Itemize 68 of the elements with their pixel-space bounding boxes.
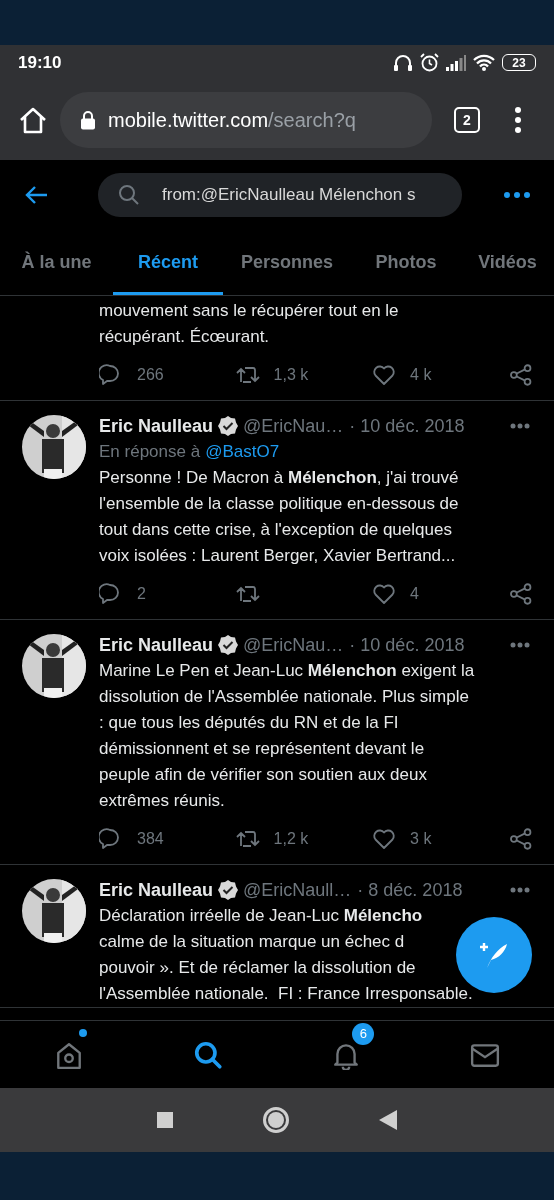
tweet-text-line: Déclaration irréelle de Jean-Luc Mélencho — [99, 905, 423, 927]
like-icon[interactable] — [372, 827, 397, 851]
tweet-text-line: Personne ! De Macron à Mélenchon, j'ai trouvé — [99, 467, 459, 489]
tweet-date: · 10 déc. 2018 — [349, 414, 465, 438]
share-icon[interactable] — [508, 827, 532, 851]
tab[interactable]: Vidéos — [461, 230, 554, 295]
verified-badge-icon — [217, 879, 240, 901]
tab[interactable]: Photos — [351, 230, 461, 295]
search-field[interactable]: from:@EricNaulleau Mélenchon s — [98, 173, 462, 217]
more-icon[interactable] — [504, 192, 530, 198]
battery-indicator: 23 — [502, 54, 536, 71]
tweet-text-line: dissolution de l'Assemblée nationale. Plus simple — [99, 686, 469, 708]
tab[interactable]: À la une — [0, 230, 113, 295]
action-count: 3 k — [410, 829, 432, 849]
verified-badge-icon — [217, 415, 240, 437]
tweet-text-line: calme de la situation marque un échec d — [99, 931, 405, 953]
action-count: 384 — [137, 829, 164, 849]
tweet-text-line: extrêmes réunis. — [99, 790, 225, 812]
action-count: 1,2 k — [273, 829, 309, 849]
share-icon[interactable] — [508, 582, 532, 606]
action-count: 2 — [137, 584, 146, 604]
tweet-text-line: l'ensemble de la classe politique en-dessous de — [99, 493, 459, 515]
tweet-date: · 8 déc. 2018 — [357, 878, 463, 902]
tab[interactable]: Personnes — [223, 230, 351, 295]
search-icon — [118, 184, 140, 206]
tweet-text-line: récupérant. Écœurant. — [99, 326, 270, 348]
alarm-icon — [420, 53, 439, 72]
search-icon[interactable] — [192, 1039, 223, 1070]
more-icon[interactable] — [514, 107, 522, 133]
tweet-text-line: voix isolées : Laurent Berger, Xavier Bertrand... — [99, 545, 456, 567]
author-name: Eric Naulleau — [99, 414, 214, 438]
tweet-date: · 10 déc. 2018 — [349, 633, 465, 657]
back-triangle-icon[interactable] — [379, 1110, 397, 1130]
reply-context: En réponse à — [99, 441, 201, 463]
action-count: 4 k — [410, 365, 432, 385]
tweet-text-line: l'Assemblée nationale. FI : France Irresponsable. — [99, 983, 473, 1005]
home-icon[interactable] — [18, 106, 48, 134]
tweet-text-line: pouvoir ». Et de réclamer la dissolution de — [99, 957, 416, 979]
action-count: 266 — [137, 365, 164, 385]
share-icon[interactable] — [508, 363, 532, 387]
back-arrow-icon[interactable] — [24, 185, 48, 205]
tab[interactable]: Récent — [113, 230, 223, 295]
headphones-icon — [393, 53, 413, 72]
like-icon[interactable] — [372, 582, 397, 606]
like-icon[interactable] — [372, 363, 397, 387]
author-handle: @EricNau… — [243, 633, 344, 657]
author-handle: @EricNau… — [243, 414, 344, 438]
author-name: Eric Naulleau — [99, 633, 214, 657]
url-bar[interactable]: mobile.twitter.com/search?q — [60, 92, 432, 148]
wifi-icon — [473, 54, 495, 71]
action-count: 4 — [410, 584, 419, 604]
tweet-text-line: mouvement sans le récupérer tout en le — [99, 300, 399, 322]
verified-badge-icon — [217, 634, 240, 656]
tweet-text-line: démissionnent et se représentent devant le — [99, 738, 425, 760]
url-text: mobile.twitter.com/search?q — [108, 108, 356, 133]
author-name: Eric Naulleau — [99, 878, 214, 902]
notification-badge: 6 — [352, 1022, 375, 1045]
mention-link[interactable]: @BastO7 — [205, 439, 280, 465]
tab-count-button[interactable]: 2 — [454, 107, 480, 133]
clock-time: 19:10 — [18, 51, 62, 74]
signal-icon — [446, 54, 466, 71]
tweet-text-line: : que tous les députés du RN et de la FI — [99, 712, 399, 734]
tweet-text-line: peuple afin de vérifier son soutien aux deux — [99, 764, 427, 786]
tweet-text-line: tout dans cette crise, à l'exception de quelques — [99, 519, 452, 541]
action-count: 1,3 k — [273, 365, 309, 385]
author-handle: @EricNaull… — [243, 878, 352, 902]
tweet-text-line: Marine Le Pen et Jean-Luc Mélenchon exigent la — [99, 660, 475, 682]
lock-icon — [80, 110, 96, 130]
